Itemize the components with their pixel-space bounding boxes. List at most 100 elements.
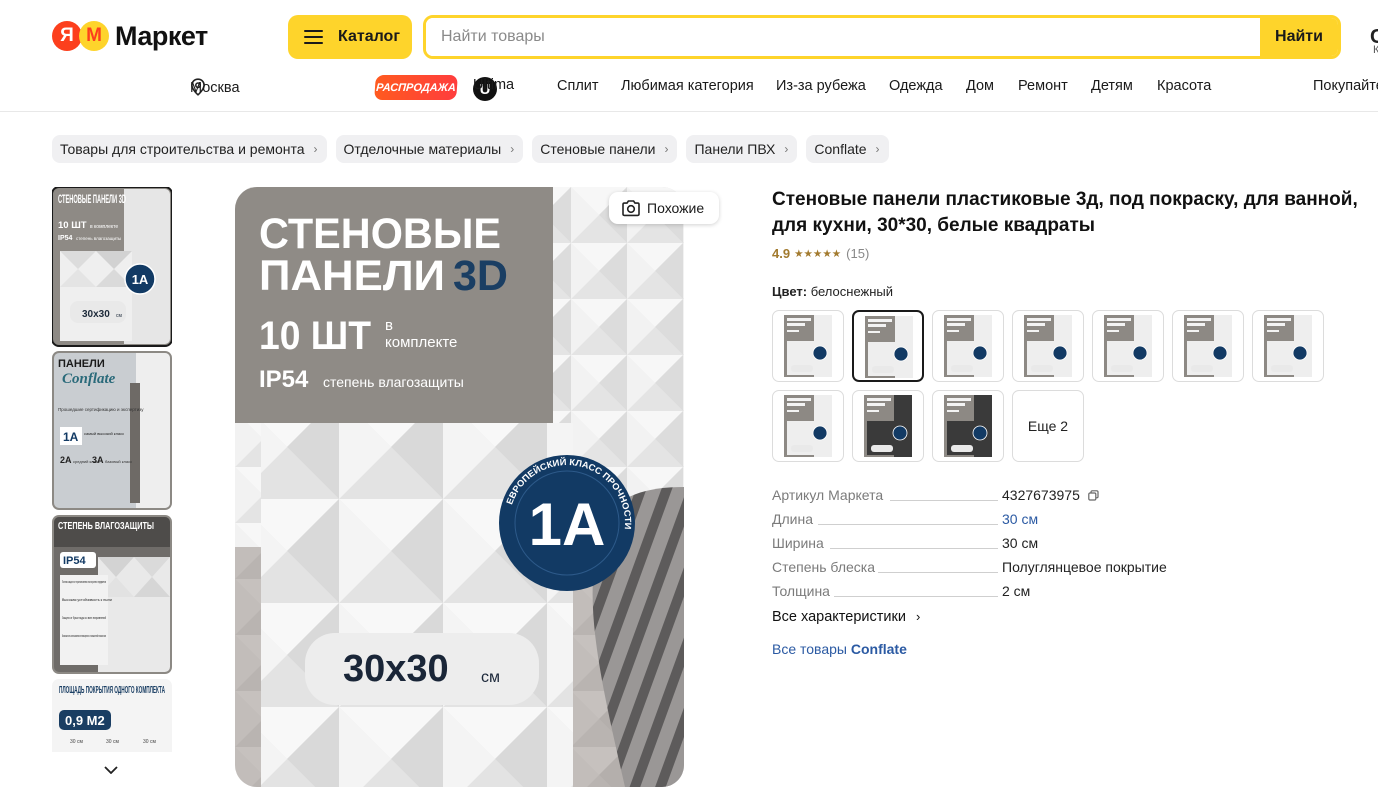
star-icon: ★★★★★ [794, 247, 842, 260]
nav-item-clothes[interactable]: Одежда [889, 78, 943, 94]
edge-cropped-label[interactable]: К [1373, 44, 1378, 56]
thumb3-item-1: Полная защита от проникновения посторонн… [62, 580, 106, 584]
strength-class-badge: ЕВРОПЕЙСКИЙ КЛАСС ПРОЧНОСТИ 1A [499, 455, 635, 591]
nav-item-favorite-category[interactable]: Любимая категория [621, 78, 754, 94]
breadcrumb-label: Стеновые панели [540, 141, 656, 157]
spec-value-article: 4327673975 [1002, 487, 1099, 503]
thumb1-ip-small: степень влагозащиты [76, 236, 121, 241]
thumb4-dim-1: 30 см [70, 739, 83, 745]
thumbnail-2[interactable]: ПАНЕЛИ Conflate Прошедшие сертификацию и… [52, 351, 172, 510]
color-swatch[interactable] [852, 390, 924, 462]
all-goods-brand: Conflate [850, 641, 907, 657]
search-bar: Найти [423, 15, 1341, 59]
spec-row-gloss: Степень блеска Полуглянцевое покрытие [772, 559, 1212, 579]
thumb3-item-4: Возможность использования в помещениях с… [62, 634, 106, 638]
copy-icon[interactable] [1088, 489, 1099, 501]
product-rating[interactable]: 4.9 ★★★★★ (15) [772, 246, 869, 261]
color-swatch[interactable] [1092, 310, 1164, 382]
thumb4-title: ПЛОЩАДЬ ПОКРЫТИЯ ОДНОГО КОМПЛЕКТА [59, 685, 165, 696]
chevron-down-icon[interactable] [104, 763, 118, 777]
color-swatch[interactable] [1252, 310, 1324, 382]
color-swatch-image [1264, 315, 1312, 377]
thumb2-badge-text: самый высокий класс [84, 431, 124, 436]
all-brand-goods-link[interactable]: Все товары Conflate [772, 641, 907, 657]
nav-item-beauty[interactable]: Красота [1157, 78, 1211, 94]
city-selector[interactable]: Москва [190, 78, 240, 96]
chevron-right-icon: › [784, 142, 789, 156]
color-swatch[interactable] [852, 310, 924, 382]
spec-value-length-link[interactable]: 30 см [1002, 511, 1038, 527]
color-swatch[interactable] [1172, 310, 1244, 382]
breadcrumb-item[interactable]: Панели ПВХ › [686, 135, 798, 163]
main-title-line1: СТЕНОВЫЕ [259, 210, 501, 258]
spec-key: Длина [772, 511, 813, 527]
color-swatch[interactable] [1012, 310, 1084, 382]
more-colors-label: Еще 2 [1027, 418, 1069, 434]
breadcrumb-item[interactable]: Стеновые панели › [532, 135, 678, 163]
spec-leader [834, 596, 998, 597]
thumb2-class2: 2A [60, 455, 72, 465]
breadcrumb-label: Панели ПВХ [694, 141, 776, 157]
color-swatch[interactable] [772, 390, 844, 462]
nav-item-buy[interactable]: Покупайте [1313, 78, 1378, 94]
thumb4-dim-3: 30 см [143, 739, 156, 745]
main-unit: см [481, 669, 500, 686]
spec-key: Толщина [772, 583, 830, 599]
color-swatch-image [1024, 315, 1072, 377]
thumb1-title: СТЕНОВЫЕ ПАНЕЛИ 3D [58, 192, 126, 206]
search-input[interactable] [426, 18, 1260, 56]
similar-button[interactable]: Похожие [609, 192, 719, 224]
color-swatch-image [865, 316, 913, 378]
camera-search-icon [622, 200, 640, 217]
spec-value: 2 см [1002, 583, 1031, 599]
main-qty-small-1: в [385, 317, 393, 334]
color-swatch[interactable] [932, 310, 1004, 382]
thumb1-qty-small: в комплекте [90, 224, 118, 230]
sale-badge[interactable]: РАСПРОДАЖА [374, 75, 458, 100]
thumbnail-4[interactable]: ПЛОЩАДЬ ПОКРЫТИЯ ОДНОГО КОМПЛЕКТА 0,9 М2… [52, 679, 172, 752]
color-label: Цвет: белоснежный [772, 284, 893, 299]
search-button[interactable]: Найти [1260, 18, 1338, 56]
main-ip-small: степень влагозащиты [323, 374, 464, 390]
thumbnail-4-image: ПЛОЩАДЬ ПОКРЫТИЯ ОДНОГО КОМПЛЕКТА 0,9 М2… [54, 681, 170, 752]
catalog-button[interactable]: Каталог [288, 15, 412, 59]
spec-value: Полуглянцевое покрытие [1002, 559, 1167, 575]
nav-item-split[interactable]: Сплит [557, 78, 599, 94]
thumbnail-1[interactable]: СТЕНОВЫЕ ПАНЕЛИ 3D 10 ШТ в комплекте IP5… [52, 187, 172, 347]
color-swatch-image [784, 315, 832, 377]
color-label-key: Цвет: [772, 284, 808, 299]
breadcrumb-item[interactable]: Отделочные материалы › [335, 135, 524, 163]
thumb2-badge: 1A [63, 430, 79, 444]
all-characteristics-link[interactable]: Все характеристики › [772, 609, 920, 625]
nav-item-abroad[interactable]: Из-за рубежа [776, 78, 866, 94]
all-characteristics-label: Все характеристики [772, 609, 906, 625]
color-swatch[interactable] [932, 390, 1004, 462]
color-label-value: белоснежный [810, 284, 894, 299]
nav-item-kids[interactable]: Детям [1091, 78, 1133, 94]
main-qty: 10 ШТ [259, 314, 371, 358]
breadcrumb-item[interactable]: Товары для строительства и ремонта › [52, 135, 327, 163]
nav-item-home[interactable]: Дом [966, 78, 994, 94]
breadcrumb-item[interactable]: Conflate › [806, 135, 889, 163]
thumb3-item-2: Высокая устойчивость к пыли [62, 598, 112, 602]
color-swatch-image [864, 395, 912, 457]
logo-ya-mark: Я [52, 21, 82, 51]
more-colors-button[interactable]: Еще 2 [1012, 390, 1084, 462]
thumbnail-2-image: ПАНЕЛИ Conflate Прошедшие сертификацию и… [54, 353, 170, 508]
product-title: Стеновые панели пластиковые 3д, под покр… [772, 189, 1358, 236]
spec-leader [818, 524, 998, 525]
main-ip: IP54 [259, 366, 309, 393]
thumb4-dim-2: 30 см [106, 739, 119, 745]
thumbnail-3[interactable]: СТЕПЕНЬ ВЛАГОЗАЩИТЫ IP54 Полная защита о… [52, 515, 172, 674]
logo-text: Маркет [115, 20, 208, 51]
market-logo[interactable]: Я М Маркет [52, 20, 208, 52]
chevron-right-icon: › [915, 609, 921, 624]
thumb3-title: СТЕПЕНЬ ВЛАГОЗАЩИТЫ [58, 521, 154, 532]
color-swatch-image [1184, 315, 1232, 377]
spec-row-length: Длина 30 см [772, 511, 1212, 531]
nav-item-repair[interactable]: Ремонт [1018, 78, 1068, 94]
color-swatch-image [944, 315, 992, 377]
main-product-image[interactable]: ЕВРОПЕЙСКИЙ КЛАСС ПРОЧНОСТИ 1A СТЕНОВЫЕ … [235, 187, 684, 787]
logo-m-mark: М [79, 21, 109, 51]
color-swatch[interactable] [772, 310, 844, 382]
